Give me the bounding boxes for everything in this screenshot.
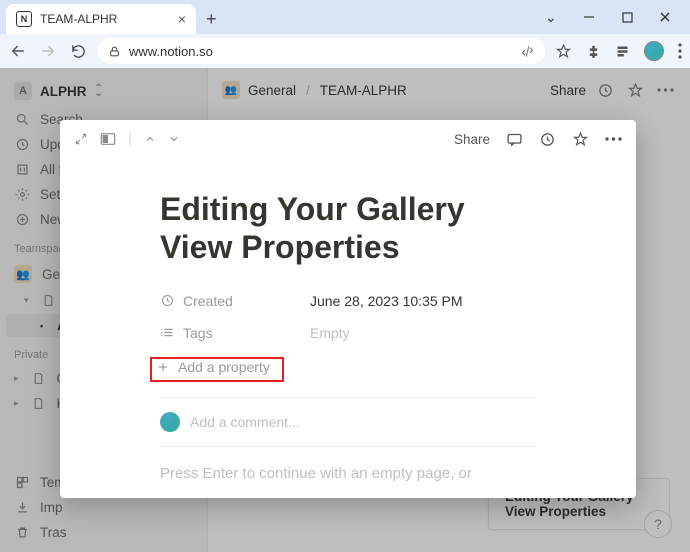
url-field[interactable]: https://www.notion.so/ecc0c1d41c3c4782a4… [98,38,545,64]
divider [160,397,536,398]
maximize-button[interactable] [608,4,646,30]
created-value: June 28, 2023 10:35 PM [310,293,463,309]
lock-icon [108,45,121,58]
favorite-icon[interactable] [572,131,589,148]
extensions-icon[interactable] [586,44,601,59]
bookmarks-icon[interactable] [615,44,630,59]
page-modal: | Share Editing Your Gallery View Proper… [60,120,636,498]
property-created[interactable]: Created June 28, 2023 10:35 PM [160,285,536,317]
reload-button[interactable] [68,41,88,61]
new-tab-button[interactable]: + [206,9,217,30]
add-comment-row[interactable]: Add a comment... [160,412,536,432]
tab-bar: N TEAM-ALPHR × + ⌄ [0,0,690,34]
forward-button[interactable] [38,41,58,61]
page-title[interactable]: Editing Your Gallery View Properties [160,190,536,267]
nav-up-icon[interactable] [144,133,156,145]
comment-placeholder: Add a comment... [190,414,300,430]
plus-icon [156,360,170,374]
back-button[interactable] [8,41,28,61]
chevron-down-icon[interactable]: ⌄ [532,4,570,30]
notion-favicon: N [16,11,32,27]
add-property-button[interactable]: Add a property [148,355,278,379]
tags-label: Tags [183,325,213,341]
profile-avatar[interactable] [644,41,664,61]
peek-mode-icon[interactable] [100,132,116,146]
close-window-button[interactable] [646,4,684,30]
nav-down-icon[interactable] [168,133,180,145]
share-url-icon[interactable] [520,44,535,59]
expand-icon[interactable] [74,132,88,146]
modal-body: Editing Your Gallery View Properties Cre… [60,158,636,498]
created-label: Created [183,293,233,309]
divider [160,446,536,447]
browser-menu-icon[interactable] [678,43,682,59]
updates-icon[interactable] [539,131,556,148]
clock-icon [160,293,175,308]
user-avatar [160,412,180,432]
browser-chrome: N TEAM-ALPHR × + ⌄ [0,0,690,69]
modal-topbar: | Share [60,120,636,158]
url-text: https://www.notion.so/ecc0c1d41c3c4782a4… [129,44,512,59]
tags-value: Empty [310,325,350,341]
highlight-box: Add a property [150,357,284,382]
property-tags[interactable]: Tags Empty [160,317,536,349]
minimize-button[interactable] [570,4,608,30]
modal-share-button[interactable]: Share [454,132,490,147]
modal-more-icon[interactable] [605,137,622,141]
tab-title: TEAM-ALPHR [40,12,170,26]
browser-tab[interactable]: N TEAM-ALPHR × [6,4,196,34]
window-controls: ⌄ [532,4,684,30]
close-tab-icon[interactable]: × [178,11,186,27]
address-bar: https://www.notion.so/ecc0c1d41c3c4782a4… [0,34,690,68]
list-icon [160,325,175,340]
star-icon[interactable] [555,43,572,60]
empty-page-hint: Press Enter to continue with an empty pa… [160,465,536,482]
comments-icon[interactable] [506,131,523,148]
toolbar-icons [555,41,682,61]
add-property-label: Add a property [178,359,270,375]
